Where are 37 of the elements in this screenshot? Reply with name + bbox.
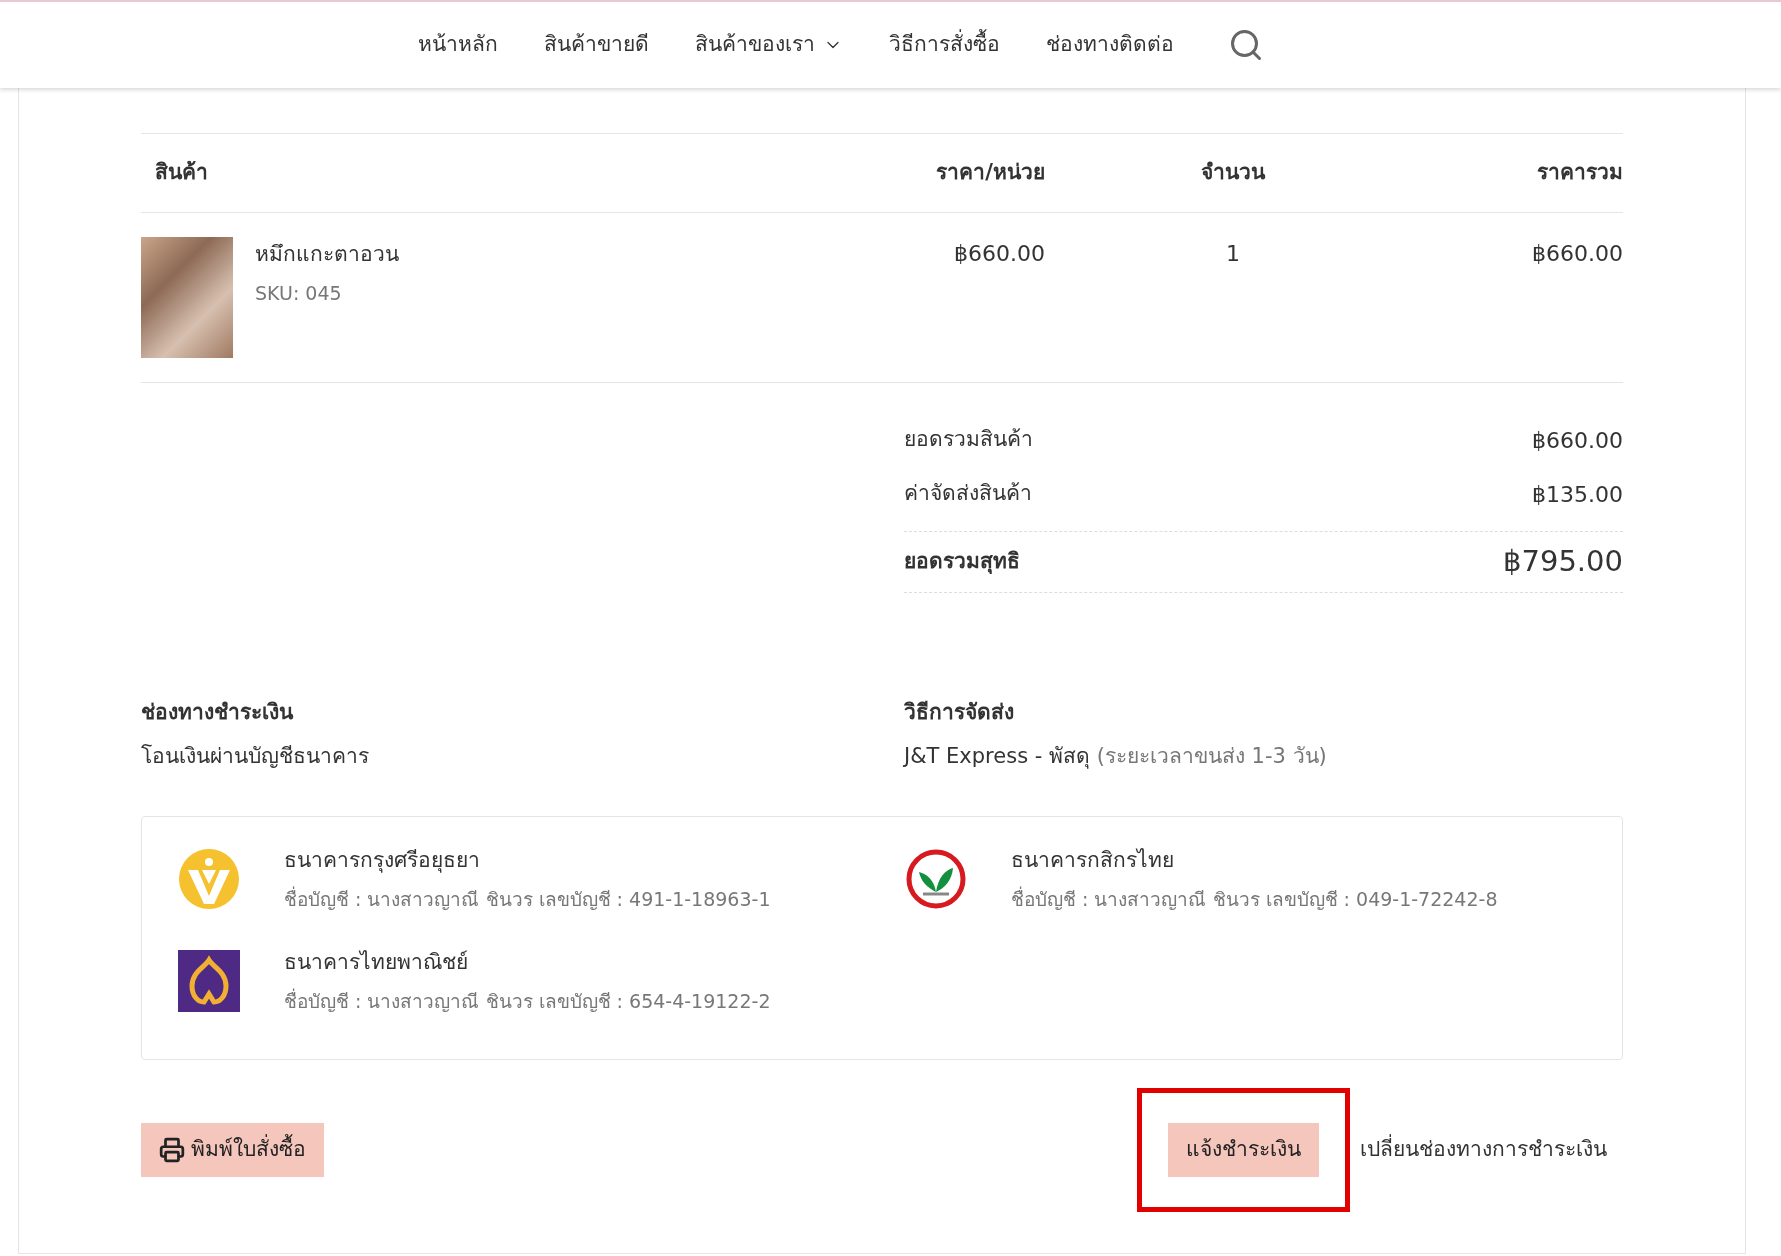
unit-price: ฿660.00: [953, 240, 1045, 268]
bank-name: ธนาคารไทยพาณิชย์: [284, 949, 469, 976]
bank-account: ชื่อบัญชี : นางสาวญาณี ชินวร เลขบัญชี : 491-1-18963-1: [284, 885, 771, 912]
column-header: จำนวน: [1200, 159, 1267, 187]
nav-link[interactable]: ช่องทางติดต่อ: [1045, 29, 1174, 61]
bank-account: ชื่อบัญชี : นางสาวญาณี ชินวร เลขบัญชี : 654-4-19122-2: [284, 987, 771, 1014]
print-order-button[interactable]: พิมพ์ใบสั่งซื้อ: [141, 1123, 324, 1177]
summary-value: ฿135.00: [1532, 480, 1623, 509]
column-header: สินค้า: [154, 159, 209, 187]
bank-logo-icon: [178, 950, 240, 1012]
notify-payment-button[interactable]: แจ้งชำระเงิน: [1168, 1123, 1319, 1177]
bank-name: ธนาคารกสิกรไทย: [1011, 847, 1175, 874]
product-sku: SKU: 045: [255, 280, 343, 306]
change-payment-link[interactable]: เปลี่ยนช่องทางการชำระเงิน: [1360, 1134, 1623, 1166]
payment-method: โอนเงินผ่านบัญชีธนาคาร: [141, 742, 370, 770]
nav-link[interactable]: สินค้าขายดี: [543, 29, 649, 61]
payment-heading: ช่องทางชำระเงิน: [141, 699, 295, 726]
nav-link[interactable]: สินค้าของเรา: [694, 29, 843, 61]
summary-label: ยอดรวมสุทธิ: [904, 548, 1020, 576]
printer-icon: [159, 1137, 185, 1163]
bank-name: ธนาคารกรุงศรีอยุธยา: [284, 847, 481, 875]
summary-value: ฿660.00: [1532, 426, 1623, 455]
column-header: ราคา/หน่วย: [935, 159, 1045, 187]
quantity: 1: [1225, 240, 1241, 268]
shipping-method: J&T Express - พัสดุ (ระยะเวลาขนส่ง 1-3 วัน): [904, 742, 1328, 771]
column-header: ราคารวม: [1536, 159, 1623, 187]
shipping-heading: วิธีการจัดส่ง: [904, 699, 1015, 726]
bank-logo-icon: [178, 848, 240, 910]
line-total: ฿660.00: [1531, 240, 1623, 268]
summary-label: ค่าจัดส่งสินค้า: [904, 480, 1032, 508]
summary-value: ฿795.00: [1503, 543, 1623, 581]
bank-account: ชื่อบัญชี : นางสาวญาณี ชินวร เลขบัญชี : 049-1-72242-8: [1011, 885, 1498, 912]
product-name: หมึกแกะตาอวน: [255, 241, 399, 268]
bank-logo-icon: [905, 848, 967, 910]
summary-label: ยอดรวมสินค้า: [904, 426, 1033, 454]
nav-link[interactable]: วิธีการสั่งซื้อ: [888, 29, 1000, 61]
nav-link[interactable]: หน้าหลัก: [417, 29, 498, 61]
